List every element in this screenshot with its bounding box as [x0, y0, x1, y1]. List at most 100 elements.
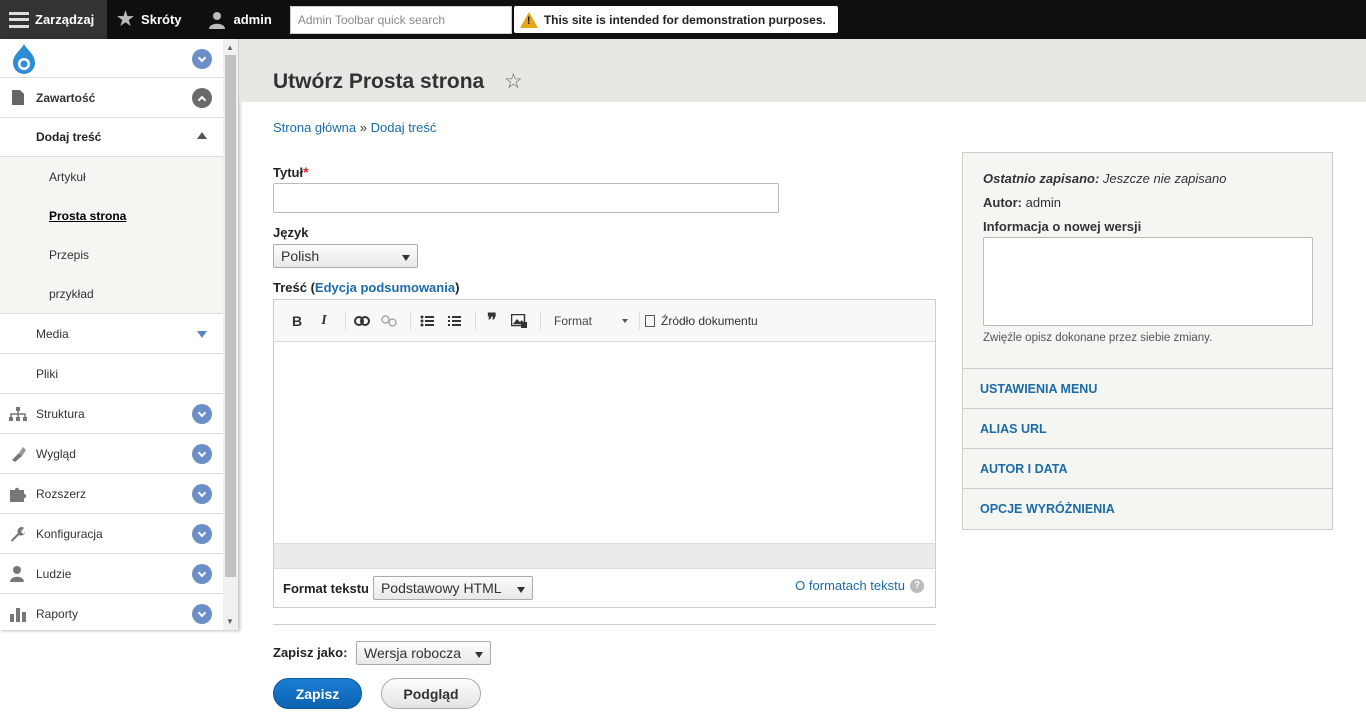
breadcrumb-separator: » [359, 120, 367, 135]
format-dropdown[interactable]: Format [546, 314, 634, 328]
sidebar-item-reports[interactable]: Raporty [0, 594, 224, 630]
drupal-logo-icon [13, 44, 35, 74]
unlink-icon[interactable] [378, 311, 400, 331]
warning-icon [519, 11, 538, 28]
revision-log-help: Zwięźle opisz dokonane przez siebie zmia… [983, 332, 1213, 344]
page-header: Utwórz Prosta strona ☆ [239, 39, 1366, 102]
sidebar-logo-row[interactable] [0, 39, 224, 78]
dropdown-caret-icon [516, 587, 525, 593]
entity-meta-panel: Ostatnio zapisano: Jeszcze nie zapisano … [962, 152, 1333, 530]
user-tab[interactable]: admin [192, 0, 282, 39]
scroll-up-icon[interactable]: ▲ [226, 43, 234, 52]
sidebar-item-article[interactable]: Artykuł [0, 157, 224, 196]
preview-button[interactable]: Podgląd [381, 678, 481, 709]
admin-sidebar: Zawartość Dodaj treść Artykuł Prosta str… [0, 39, 239, 630]
user-icon [208, 11, 225, 29]
sidebar-item-basic-page[interactable]: Prosta strona [0, 196, 224, 235]
sidebar-item-example[interactable]: przykład [0, 274, 224, 313]
moderation-state-value: Wersja robocza [364, 645, 462, 661]
edit-summary-link[interactable]: Edycja podsumowania [315, 280, 455, 295]
toolbar-divider [540, 311, 541, 330]
sidebar-item-content[interactable]: Zawartość [0, 78, 224, 118]
extend-toggle[interactable] [192, 484, 212, 504]
content-types-group: Artykuł Prosta strona Przepis przykład [0, 157, 224, 314]
toolbar-divider [410, 311, 411, 330]
link-icon[interactable] [351, 311, 373, 331]
language-label: Język [273, 225, 309, 240]
toolbar-search-input[interactable]: Admin Toolbar quick search [289, 5, 512, 34]
dropdown-caret-icon [622, 318, 628, 323]
manage-label: Zarządzaj [35, 12, 95, 27]
revision-log-textarea[interactable] [983, 237, 1313, 326]
scroll-down-icon[interactable]: ▼ [226, 617, 234, 626]
expand-triangle-icon [197, 331, 207, 338]
url-alias-section[interactable]: ALIAS URL [963, 409, 1332, 449]
body-label-end: ) [455, 280, 460, 295]
breadcrumb-add-content-link[interactable]: Dodaj treść [371, 120, 437, 135]
rich-text-editor: B I ❞ Format Źródło dokumentu Format tek… [273, 299, 936, 608]
bulleted-list-icon[interactable] [416, 311, 438, 331]
sidebar-item-media[interactable]: Media [0, 314, 224, 354]
sidebar-item-files[interactable]: Pliki [0, 354, 224, 394]
appearance-toggle[interactable] [192, 444, 212, 464]
last-saved-row: Ostatnio zapisano: Jeszcze nie zapisano [983, 171, 1312, 186]
save-button[interactable]: Zapisz [273, 678, 362, 709]
blockquote-icon[interactable]: ❞ [481, 310, 503, 331]
puzzle-icon [0, 486, 36, 502]
sidebar-item-structure[interactable]: Struktura [0, 394, 224, 434]
form-divider [273, 624, 936, 625]
reports-toggle[interactable] [192, 604, 212, 624]
people-toggle[interactable] [192, 564, 212, 584]
sidebar-item-add-content[interactable]: Dodaj treść [0, 118, 224, 157]
configuration-toggle[interactable] [192, 524, 212, 544]
text-format-select[interactable]: Podstawowy HTML [372, 576, 533, 600]
authoring-info-section[interactable]: AUTOR I DATA [963, 449, 1332, 489]
text-format-value: Podstawowy HTML [380, 580, 502, 596]
logo-toggle[interactable] [192, 49, 212, 69]
media-label: Media [36, 326, 69, 341]
image-icon[interactable] [508, 311, 530, 331]
numbered-list-icon[interactable] [443, 311, 465, 331]
shortcuts-label: Skróty [141, 12, 182, 27]
file-icon [0, 90, 36, 105]
menu-settings-section[interactable]: USTAWIENIA MENU [963, 369, 1332, 409]
scrollbar-thumb[interactable] [225, 55, 236, 577]
last-saved-label: Ostatnio zapisano: [983, 171, 1100, 186]
people-icon [0, 565, 36, 582]
toolbar-divider [475, 311, 476, 330]
manage-tab[interactable]: Zarządzaj [0, 0, 107, 39]
title-input[interactable] [273, 183, 779, 213]
editor-content-area[interactable] [274, 342, 935, 543]
paintbrush-icon [0, 446, 36, 462]
sidebar-scrollbar[interactable]: ▲ ▼ [223, 39, 238, 630]
sidebar-item-appearance[interactable]: Wygląd [0, 434, 224, 474]
structure-toggle[interactable] [192, 404, 212, 424]
required-marker: * [303, 164, 309, 180]
language-select[interactable]: Polish [273, 244, 418, 268]
sidebar-item-configuration[interactable]: Konfiguracja [0, 514, 224, 554]
title-field-label: Tytuł* [273, 164, 309, 180]
toolbar-divider [639, 311, 640, 330]
files-label: Pliki [36, 366, 59, 381]
moderation-state-select[interactable]: Wersja robocza [356, 641, 491, 665]
editor-status-bar [274, 543, 935, 569]
italic-icon[interactable]: I [313, 311, 335, 331]
sidebar-item-extend[interactable]: Rozszerz [0, 474, 224, 514]
search-placeholder: Admin Toolbar quick search [297, 12, 445, 27]
sidebar-item-recipe[interactable]: Przepis [0, 235, 224, 274]
save-as-label: Zapisz jako: [273, 645, 348, 660]
text-format-label: Format tekstu [283, 580, 369, 596]
shortcuts-tab[interactable]: ★ Skróty [107, 0, 192, 39]
promotion-options-section[interactable]: OPCJE WYRÓŻNIENIA [963, 489, 1332, 529]
about-text-formats-link[interactable]: O formatach tekstu ? [795, 578, 924, 593]
source-button[interactable]: Źródło dokumentu [645, 314, 758, 328]
shortcut-star-icon[interactable]: ☆ [504, 69, 523, 94]
user-label: admin [233, 12, 272, 27]
warning-text: This site is intended for demonstration … [543, 12, 826, 27]
star-icon: ★ [117, 9, 135, 30]
bold-icon[interactable]: B [286, 311, 308, 331]
content-collapse-toggle[interactable] [192, 88, 212, 108]
sidebar-item-people[interactable]: Ludzie [0, 554, 224, 594]
author-row: Autor: admin [983, 195, 1312, 210]
breadcrumb-home-link[interactable]: Strona główna [273, 120, 356, 135]
